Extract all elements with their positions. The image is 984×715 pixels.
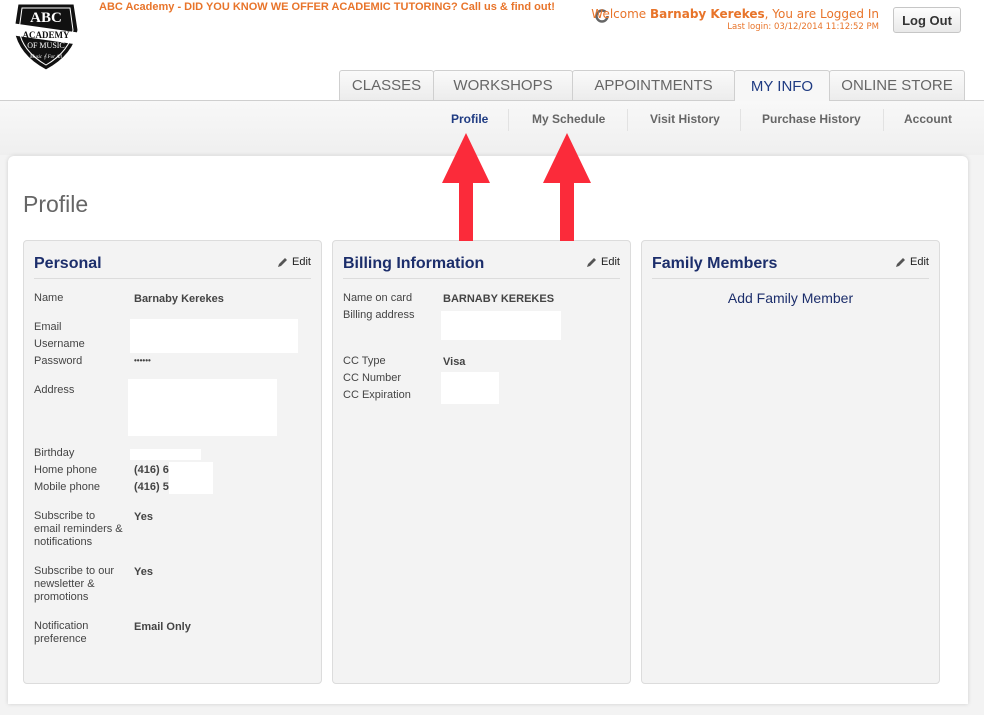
password-label: Password: [34, 355, 83, 367]
promo-banner: ABC Academy - DID YOU KNOW WE OFFER ACAD…: [99, 1, 555, 13]
tab-classes[interactable]: CLASSES: [339, 70, 434, 100]
billing-title: Billing Information: [343, 255, 485, 272]
family-edit-button[interactable]: Edit: [895, 256, 929, 268]
subnav-my-schedule[interactable]: My Schedule: [532, 112, 605, 126]
address-label: Address: [34, 384, 75, 396]
subscribe-reminders-value: Yes: [134, 511, 153, 523]
main-tabs: CLASSES WORKSHOPS APPOINTMENTS MY INFO O…: [339, 70, 965, 101]
mobile-phone-label: Mobile phone: [34, 481, 101, 493]
redacted-email-username: [130, 319, 298, 353]
sub-navigation: Profile My Schedule Visit History Purcha…: [0, 101, 984, 155]
billing-edit-button[interactable]: Edit: [586, 256, 620, 268]
name-value: Barnaby Kerekes: [134, 293, 224, 305]
redacted-birthday: [130, 449, 201, 460]
subnav-purchase-history[interactable]: Purchase History: [762, 112, 861, 126]
notification-label: Notification preference: [34, 620, 89, 645]
subnav-divider: [627, 109, 628, 131]
annotation-arrow-my-schedule: [543, 133, 591, 241]
tab-appointments[interactable]: APPOINTMENTS: [572, 70, 735, 100]
billing-address-label: Billing address: [343, 309, 415, 321]
divider: [652, 278, 929, 279]
subnav-divider: [508, 109, 509, 131]
tab-my-info[interactable]: MY INFO: [734, 70, 830, 101]
annotation-arrow-profile: [442, 133, 490, 241]
svg-text:ACADEMY: ACADEMY: [23, 30, 70, 40]
subnav-account[interactable]: Account: [904, 112, 952, 126]
welcome-message: Welcome Barnaby Kerekes, You are Logged …: [591, 7, 879, 32]
redacted-phones: [169, 462, 213, 494]
name-on-card-label: Name on card: [343, 292, 413, 304]
redacted-cc-details: [441, 372, 499, 404]
pencil-icon: [587, 257, 597, 267]
cc-type-value: Visa: [443, 356, 466, 368]
subnav-visit-history[interactable]: Visit History: [650, 112, 720, 126]
mobile-phone-value: (416) 5: [134, 481, 169, 493]
name-label: Name: [34, 292, 64, 304]
notification-value: Email Only: [134, 621, 191, 633]
divider: [343, 278, 620, 279]
birthday-label: Birthday: [34, 447, 75, 459]
last-login: Last login: 03/12/2014 11:12:52 PM: [727, 22, 879, 32]
personal-edit-button[interactable]: Edit: [277, 256, 311, 268]
personal-panel: Personal Edit Name Barnaby Kerekes Email…: [23, 240, 322, 684]
home-phone-label: Home phone: [34, 464, 97, 476]
subscribe-newsletter-value: Yes: [134, 566, 153, 578]
user-name: Barnaby Kerekes: [650, 7, 765, 21]
family-panel: Family Members Edit Add Family Member: [641, 240, 940, 684]
edit-label: Edit: [292, 256, 311, 268]
redacted-billing-address: [441, 311, 561, 340]
tab-workshops[interactable]: WORKSHOPS: [433, 70, 573, 100]
subscribe-newsletter-label: Subscribe to our newsletter & promotions: [34, 565, 115, 603]
password-value: ••••••: [134, 356, 151, 365]
subnav-divider: [740, 109, 741, 131]
edit-label: Edit: [910, 256, 929, 268]
logout-button[interactable]: Log Out: [893, 7, 961, 33]
username-label: Username: [34, 338, 85, 350]
subnav-divider: [883, 109, 884, 131]
subnav-profile[interactable]: Profile: [451, 112, 488, 126]
welcome-suffix: , You are Logged In: [764, 7, 879, 21]
top-bar: ABC ACADEMY OF MUSIC Music 𝄞 For All ABC…: [0, 0, 984, 101]
pencil-icon: [896, 257, 906, 267]
svg-text:OF MUSIC: OF MUSIC: [27, 41, 65, 50]
cc-expiration-label: CC Expiration: [343, 389, 411, 401]
personal-title: Personal: [34, 255, 102, 272]
tab-online-store[interactable]: ONLINE STORE: [829, 70, 965, 100]
welcome-prefix: Welcome: [591, 7, 651, 21]
academy-logo[interactable]: ABC ACADEMY OF MUSIC Music 𝄞 For All: [8, 0, 84, 72]
home-phone-value: (416) 6: [134, 464, 169, 476]
pencil-icon: [278, 257, 288, 267]
cc-number-label: CC Number: [343, 372, 402, 384]
add-family-member-link[interactable]: Add Family Member: [642, 290, 939, 306]
subscribe-reminders-label: Subscribe to email reminders & notificat…: [34, 510, 123, 548]
svg-text:Music 𝄞 For All: Music 𝄞 For All: [29, 53, 63, 60]
billing-panel: Billing Information Edit Name on card BA…: [332, 240, 631, 684]
page-title: Profile: [23, 191, 89, 217]
edit-label: Edit: [601, 256, 620, 268]
redacted-address: [128, 379, 277, 436]
cc-type-label: CC Type: [343, 355, 386, 367]
svg-text:ABC: ABC: [30, 10, 62, 26]
family-title: Family Members: [652, 255, 778, 272]
divider: [34, 278, 311, 279]
email-label: Email: [34, 321, 62, 333]
name-on-card-value: BARNABY KEREKES: [443, 293, 555, 305]
